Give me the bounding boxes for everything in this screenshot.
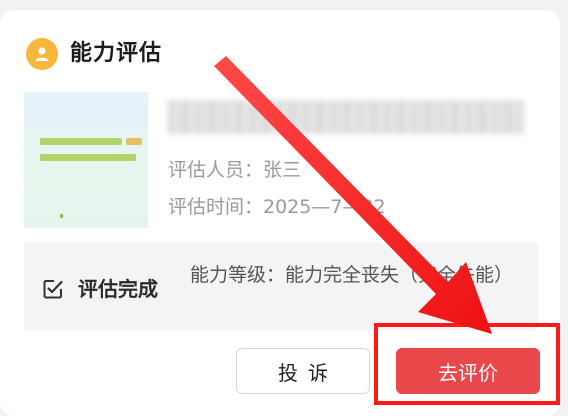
assessor-text: 评估人员：张三 [168,159,302,181]
assessment-card: 能力评估 评估人员：张三 评估时间：2025—7—22 评估完成 能力等级：能力… [0,10,560,416]
blurred-item-title [168,100,524,134]
checkbox-edit-icon [42,278,64,300]
status-label: 评估完成 [78,277,158,301]
card-title: 能力评估 [70,41,163,66]
screen: 能力评估 评估人员：张三 评估时间：2025—7—22 评估完成 能力等级：能力… [0,0,568,416]
user-badge-icon [26,38,58,70]
complain-button[interactable]: 投诉 [236,348,370,394]
assessment-thumbnail [24,92,148,228]
ability-level-text: 能力等级：能力完全丧失（完全失能） [190,264,514,286]
assess-time-text: 评估时间：2025—7—22 [168,196,386,218]
evaluate-button[interactable]: 去评价 [396,348,540,394]
